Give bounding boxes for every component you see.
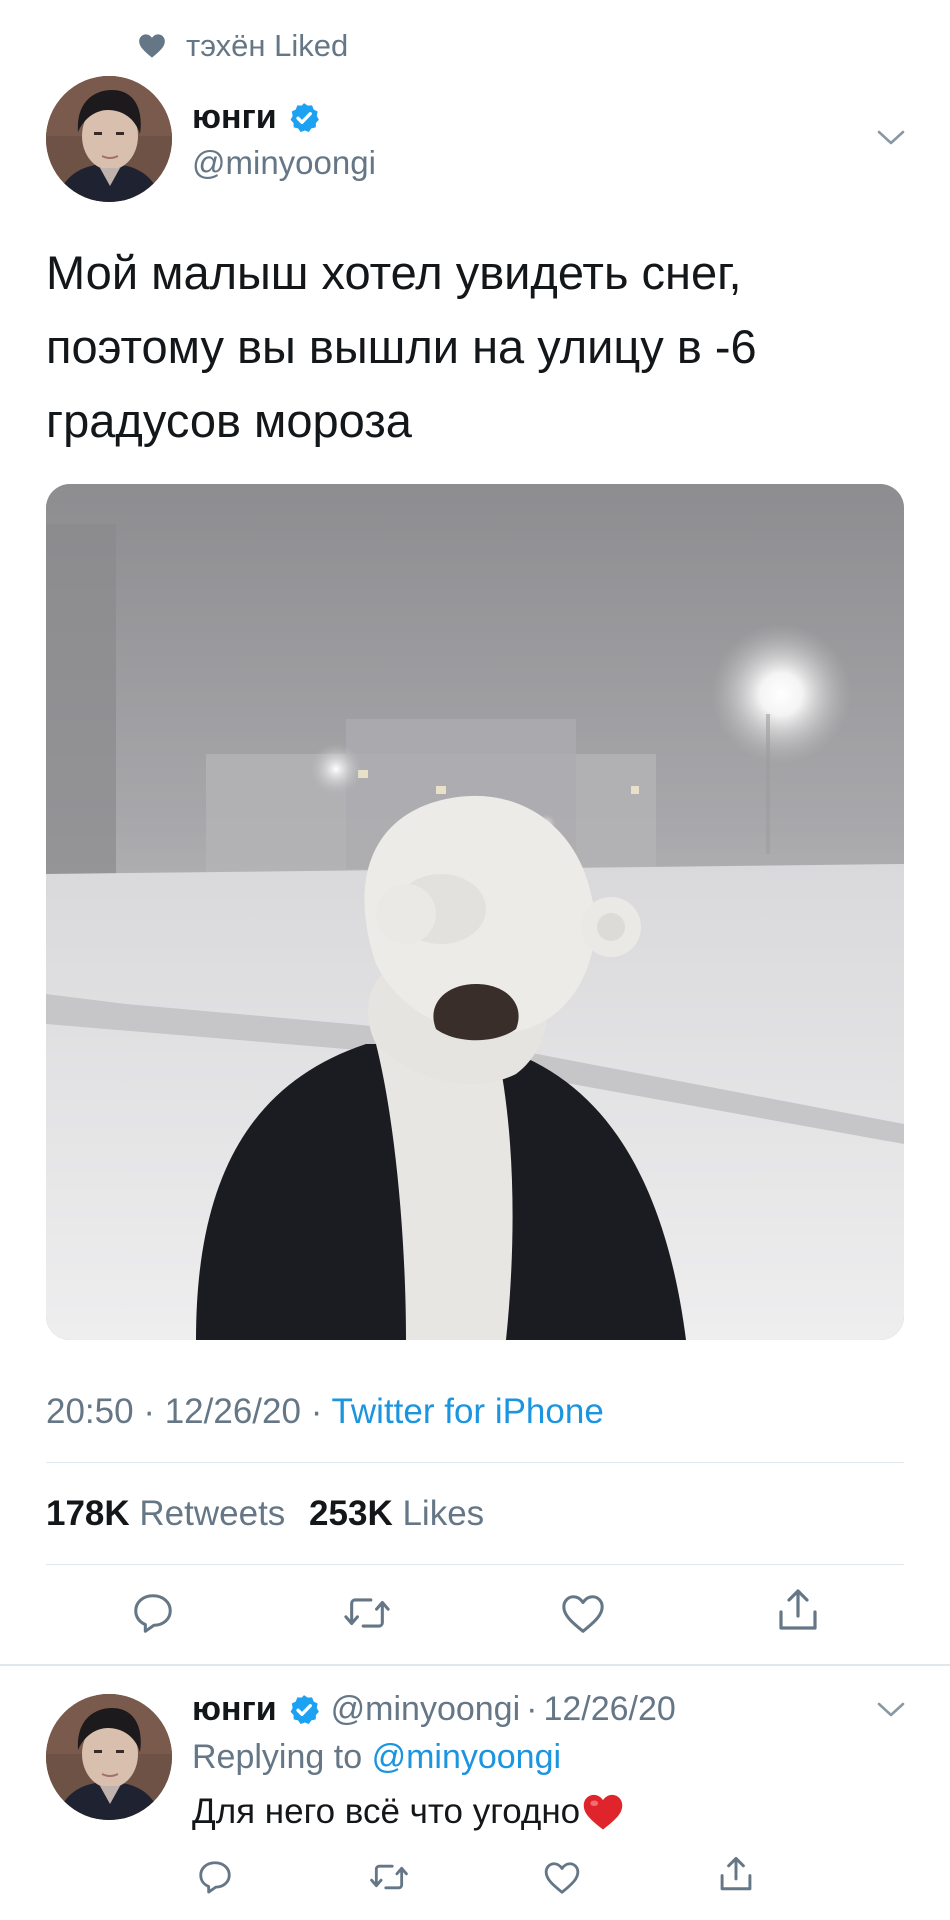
chevron-down-icon[interactable] — [876, 128, 906, 148]
reply-text-row: Для него всё что угодно — [192, 1792, 624, 1832]
tweet-date: 12/26/20 — [164, 1392, 301, 1431]
likes-label: Likes — [402, 1494, 485, 1533]
reply-icon[interactable] — [130, 1590, 176, 1636]
replying-mention-link[interactable]: @minyoongi — [372, 1738, 562, 1776]
verified-badge-icon — [290, 102, 319, 132]
reply-date: 12/26/20 — [543, 1690, 676, 1728]
like-icon[interactable] — [560, 1592, 606, 1636]
tweet-source-link[interactable]: Twitter for iPhone — [331, 1392, 603, 1431]
likes-count: 253K — [309, 1494, 393, 1533]
author-name[interactable]: юнги — [192, 98, 277, 137]
avatar[interactable] — [46, 76, 172, 202]
social-context: тэхён Liked — [138, 28, 348, 64]
reply-header: юнги @minyoongi · 12/26/20 — [192, 1690, 676, 1729]
tweet-time: 20:50 — [46, 1392, 134, 1431]
reply-author-name[interactable]: юнги — [192, 1690, 277, 1729]
share-icon[interactable] — [718, 1854, 754, 1894]
tweet-stats: 178K Retweets 253K Likes — [46, 1494, 498, 1534]
meta-separator: · — [310, 1392, 323, 1431]
share-icon[interactable] — [776, 1586, 820, 1634]
tweet-text: Мой малыш хотел увидеть снег, поэтому вы… — [46, 246, 757, 447]
author-handle[interactable]: @minyoongi — [192, 144, 376, 182]
tweet-detail-page: тэхён Liked юнги @minyoongi Мой малыш хо… — [0, 0, 950, 1920]
reply-dot: · — [526, 1690, 538, 1728]
reply-icon[interactable] — [196, 1858, 234, 1896]
retweet-icon[interactable] — [342, 1590, 392, 1636]
red-heart-emoji-icon — [583, 1794, 623, 1830]
divider — [46, 1462, 904, 1463]
social-context-text: тэхён Liked — [186, 28, 349, 63]
section-divider — [0, 1664, 950, 1666]
tweet-meta: 20:50 · 12/26/20 · Twitter for iPhone — [46, 1392, 604, 1432]
reply-avatar[interactable] — [46, 1694, 172, 1820]
verified-badge-icon — [290, 1694, 319, 1724]
replying-prefix: Replying to — [192, 1738, 363, 1776]
heart-icon — [139, 34, 165, 58]
meta-separator: · — [143, 1392, 155, 1431]
like-icon[interactable] — [543, 1860, 581, 1896]
author-name-row: юнги — [192, 98, 321, 137]
likes-stat[interactable]: 253K Likes — [309, 1494, 498, 1533]
divider — [46, 1564, 904, 1565]
replying-to: Replying to @minyoongi — [192, 1738, 561, 1777]
retweets-stat[interactable]: 178K Retweets — [46, 1494, 309, 1533]
tweet-photo[interactable] — [46, 484, 904, 1340]
retweets-label: Retweets — [139, 1494, 286, 1533]
retweets-count: 178K — [46, 1494, 130, 1533]
reply-author-handle[interactable]: @minyoongi — [331, 1690, 521, 1729]
reply-text: Для него всё что угодно — [192, 1792, 581, 1831]
retweet-icon[interactable] — [368, 1858, 410, 1896]
chevron-down-icon[interactable] — [876, 1700, 906, 1720]
